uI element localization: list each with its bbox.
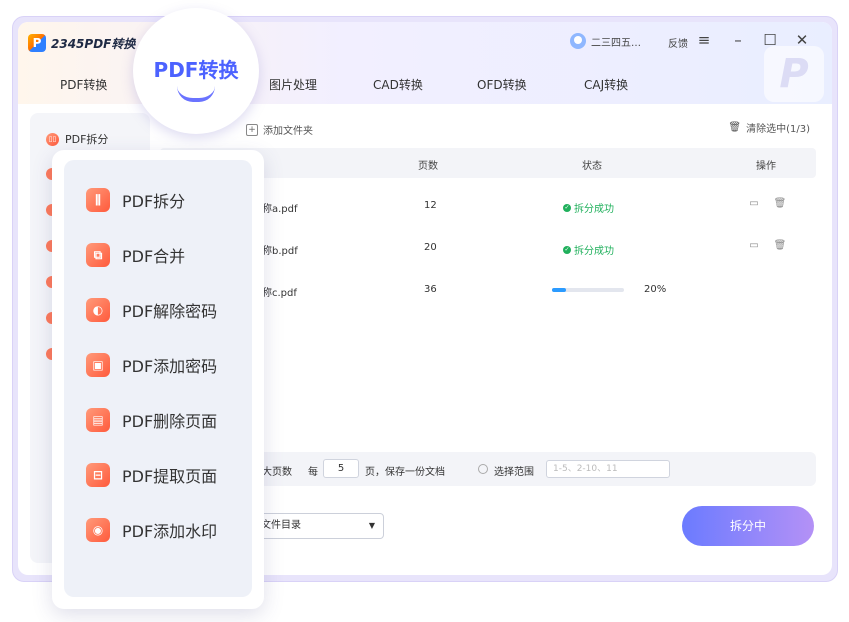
max-pages-label: 大页数 [262,467,292,478]
column-header-pages: 页数 [418,161,438,172]
file-name: 称b.pdf [262,246,298,257]
menu-item-pdf-watermark[interactable]: ◉ PDF添加水印 [86,518,217,542]
progress-bar [552,288,624,292]
minimize-icon[interactable]: – [728,30,748,50]
tab-pdf-convert[interactable]: PDF转换 [60,76,107,93]
lock-icon: ▣ [86,353,110,377]
status-badge: ✓ 拆分成功 [563,242,614,257]
add-folder-icon: + [246,123,258,136]
pages-per-doc-input[interactable]: 5 [323,459,359,478]
feature-menu-list: ⫼ PDF拆分 ⧉ PDF合并 ◐ PDF解除密码 ▣ PDF添加密码 ▤ PD… [64,160,252,597]
split-button[interactable]: 拆分中 [682,506,814,546]
menu-item-label: PDF拆分 [122,192,186,211]
delete-page-icon: ▤ [86,408,110,432]
page-count: 36 [424,284,437,295]
progress-fill [552,288,567,292]
check-icon: ✓ [563,203,571,212]
every-suffix: 页，保存一份文档 [365,467,445,478]
output-dir-value: 文件目录 [261,520,301,531]
tab-image-process[interactable]: 图片处理 [269,76,317,93]
output-dir-select[interactable]: 文件目录 ▼ [248,513,384,539]
menu-item-label: PDF解除密码 [122,302,218,321]
logo-icon: P [28,34,46,52]
trash-icon: 🗑 [728,122,742,133]
tab-cad-convert[interactable]: CAD转换 [373,76,423,93]
app-logo: P 2345PDF转换 [28,34,135,52]
file-name: 称c.pdf [262,288,297,299]
menu-item-pdf-split[interactable]: ⫼ PDF拆分 [86,188,185,212]
sidebar-item-label: PDF拆分 [65,133,109,146]
sidebar-item-pdf-split[interactable]: ▯▯ PDF拆分 [46,131,108,147]
delete-icon[interactable]: 🗑 [773,240,787,254]
status-badge: ✓ 拆分成功 [563,200,614,215]
menu-item-label: PDF添加水印 [122,522,218,541]
menu-item-pdf-extract-page[interactable]: ⊟ PDF提取页面 [86,463,217,487]
menu-item-label: PDF合并 [122,247,186,266]
menu-item-label: PDF提取页面 [122,467,218,486]
clear-selected-button[interactable]: 🗑 清除选中(1/3) [728,120,810,135]
pdf-convert-badge: PDF转换 [133,8,259,134]
user-account[interactable]: 二三四五… [570,33,641,49]
add-folder-button[interactable]: + 添加文件夹 [246,122,313,137]
folder-icon[interactable]: ▭ [747,198,761,212]
check-icon: ✓ [563,245,571,254]
column-header-status: 状态 [582,161,602,172]
tab-caj-convert[interactable]: CAJ转换 [584,76,628,93]
menu-item-pdf-delete-page[interactable]: ▤ PDF删除页面 [86,408,217,432]
page-count: 20 [424,242,437,253]
clear-selected-label: 清除选中(1/3) [746,124,810,135]
select-range-radio[interactable] [478,464,488,474]
progress-percent: 20% [644,284,667,295]
unlock-icon: ◐ [86,298,110,322]
app-name: 2345PDF转换 [51,36,136,51]
user-name: 二三四五… [591,37,641,49]
menu-icon[interactable]: ≡ [694,30,714,50]
status-text: 拆分成功 [574,204,614,215]
menu-item-label: PDF删除页面 [122,412,218,431]
avatar [570,33,586,49]
file-name: 称a.pdf [262,204,298,215]
smile-icon [177,86,215,102]
feedback-link[interactable]: 反馈 [668,35,688,50]
split-icon: ⫼ [86,188,110,212]
add-folder-label: 添加文件夹 [263,126,313,137]
range-input[interactable]: 1-5、2-10、11 [546,460,670,478]
page-count: 12 [424,200,437,211]
delete-icon[interactable]: 🗑 [773,198,787,212]
dropdown-caret-icon: ▼ [368,521,375,530]
status-text: 拆分成功 [574,246,614,257]
merge-icon: ⧉ [86,243,110,267]
watermark-icon: ◉ [86,518,110,542]
column-header-action: 操作 [756,161,776,172]
folder-icon[interactable]: ▭ [747,240,761,254]
feature-menu-popup: ⫼ PDF拆分 ⧉ PDF合并 ◐ PDF解除密码 ▣ PDF添加密码 ▤ PD… [52,150,264,609]
tab-ofd-convert[interactable]: OFD转换 [477,76,527,93]
every-label: 每 [308,467,318,478]
menu-item-pdf-add-password[interactable]: ▣ PDF添加密码 [86,353,217,377]
menu-item-pdf-unlock[interactable]: ◐ PDF解除密码 [86,298,217,322]
select-range-label: 选择范围 [494,467,534,478]
menu-item-pdf-merge[interactable]: ⧉ PDF合并 [86,243,185,267]
badge-title: PDF转换 [153,58,239,82]
menu-item-label: PDF添加密码 [122,357,218,376]
split-icon: ▯▯ [46,132,59,146]
extract-page-icon: ⊟ [86,463,110,487]
